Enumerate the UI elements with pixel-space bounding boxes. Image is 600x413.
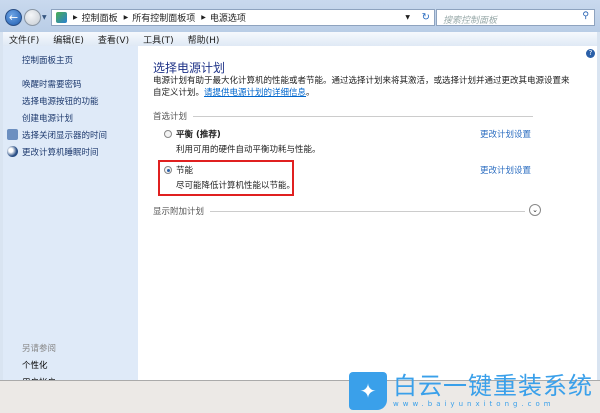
- sidebar-home[interactable]: 控制面板主页: [22, 54, 73, 66]
- control-panel-icon: [56, 12, 67, 23]
- menu-file[interactable]: 文件(F): [9, 33, 39, 46]
- link-personalization[interactable]: 个性化: [22, 359, 48, 371]
- menu-help[interactable]: 帮助(H): [188, 33, 220, 46]
- search-input[interactable]: 搜索控制面板 ⚲: [436, 9, 595, 26]
- menu-edit[interactable]: 编辑(E): [53, 33, 84, 46]
- breadcrumb-control-panel[interactable]: 控制面板: [82, 11, 118, 24]
- back-button[interactable]: ←: [5, 9, 22, 26]
- address-bar[interactable]: ▶ 控制面板 ▶ 所有控制面板项 ▶ 电源选项 ▼ ↻: [51, 9, 435, 26]
- help-icon[interactable]: ?: [586, 49, 595, 58]
- menu-bar: 文件(F) 编辑(E) 查看(V) 工具(T) 帮助(H): [3, 32, 597, 46]
- plan-balanced[interactable]: 平衡 (推荐) 利用可用的硬件自动平衡功耗与性能。: [164, 128, 321, 155]
- page-title: 选择电源计划: [153, 61, 226, 75]
- sidebar-item-sleep[interactable]: 更改计算机睡眠时间: [22, 146, 99, 158]
- breadcrumb-all-items[interactable]: 所有控制面板项: [132, 11, 195, 24]
- breadcrumb-power-options[interactable]: 电源选项: [210, 11, 246, 24]
- sidebar: 控制面板主页 唤醒时需要密码 选择电源按钮的功能 创建电源计划 选择关闭显示器的…: [3, 46, 138, 388]
- search-icon[interactable]: ⚲: [582, 11, 589, 21]
- address-dropdown-icon[interactable]: ▼: [405, 14, 410, 21]
- plan-power-saver[interactable]: 节能 尽可能降低计算机性能以节能。: [164, 164, 295, 191]
- change-plan-settings-balanced[interactable]: 更改计划设置: [480, 128, 531, 140]
- main-panel: ? 选择电源计划 电源计划有助于最大化计算机的性能或者节能。通过选择计划来将其激…: [138, 46, 597, 380]
- change-plan-settings-power-saver[interactable]: 更改计划设置: [480, 164, 531, 176]
- refresh-icon[interactable]: ↻: [422, 12, 430, 23]
- sidebar-item-power-buttons[interactable]: 选择电源按钮的功能: [22, 95, 99, 107]
- watermark: ✦ 白云一键重装系统 www.baiyunxitong.com: [349, 372, 593, 410]
- chevron-down-icon[interactable]: ⌄: [529, 204, 541, 216]
- radio-power-saver[interactable]: [164, 166, 172, 174]
- sleep-icon: [7, 146, 18, 157]
- radio-balanced[interactable]: [164, 130, 172, 138]
- show-additional-plans[interactable]: 显示附加计划: [153, 205, 525, 217]
- history-dropdown[interactable]: ▼: [42, 14, 47, 21]
- page-description: 电源计划有助于最大化计算机的性能或者节能。通过选择计划来将其激活，或选择计划并通…: [153, 76, 570, 98]
- bird-logo-icon: ✦: [349, 372, 387, 410]
- sidebar-item-create-plan[interactable]: 创建电源计划: [22, 112, 73, 124]
- display-icon: [7, 129, 18, 140]
- forward-button[interactable]: [24, 9, 41, 26]
- sidebar-item-display-off[interactable]: 选择关闭显示器的时间: [22, 129, 107, 141]
- menu-tools[interactable]: 工具(T): [143, 33, 174, 46]
- see-also-heading: 另请参阅: [22, 344, 57, 354]
- sidebar-item-wake-password[interactable]: 唤醒时需要密码: [22, 78, 82, 90]
- plan-info-link[interactable]: 请提供电源计划的详细信息: [204, 88, 306, 98]
- preferred-plans-section: 首选计划: [153, 110, 533, 122]
- menu-view[interactable]: 查看(V): [98, 33, 129, 46]
